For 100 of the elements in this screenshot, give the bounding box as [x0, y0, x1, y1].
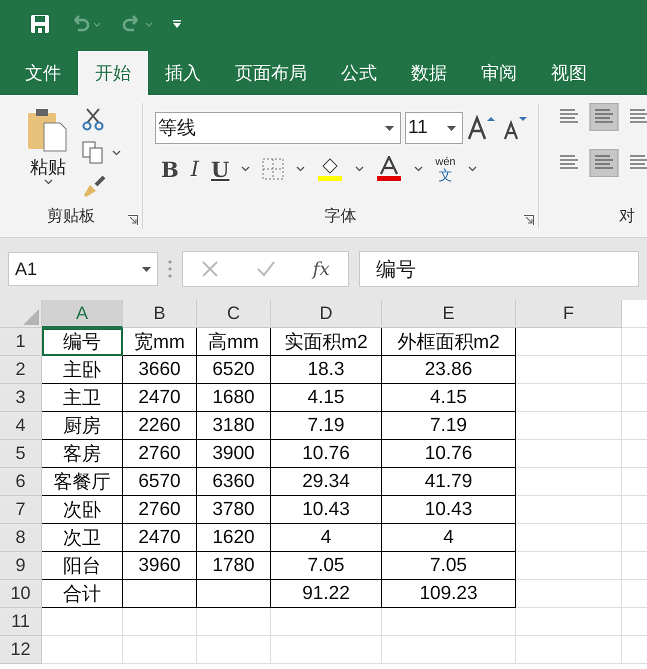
function-button[interactable]: fx [312, 258, 330, 280]
row-header[interactable]: 12 [0, 636, 42, 664]
table-cell: 外框面积m2 [382, 328, 516, 356]
column-header[interactable]: B [123, 300, 197, 328]
copy-icon[interactable] [82, 141, 104, 165]
caret-icon[interactable] [468, 166, 477, 172]
column-header[interactable]: A [42, 300, 123, 328]
row-header[interactable]: 7 [0, 496, 42, 524]
font-color-icon[interactable] [376, 156, 402, 182]
table-cell: 宽mm [123, 328, 197, 356]
save-icon[interactable] [30, 14, 50, 34]
table-cell: 23.86 [382, 356, 516, 384]
row-header[interactable]: 2 [0, 356, 42, 384]
column-header[interactable]: C [197, 300, 271, 328]
table-cell: 客房 [42, 440, 123, 468]
table-cell: 高mm [197, 328, 271, 356]
table-cell: 3780 [197, 496, 271, 524]
phonetic-button[interactable]: wén 文 [435, 156, 456, 182]
table-cell: 4.15 [271, 384, 382, 412]
row-header[interactable]: 3 [0, 384, 42, 412]
column-header[interactable]: F [516, 300, 622, 328]
table-cell: 3180 [197, 412, 271, 440]
table-cell: 主卫 [42, 384, 123, 412]
table-cell: 主卧 [42, 356, 123, 384]
table-cell: 29.34 [271, 468, 382, 496]
table-cell: 7.19 [382, 412, 516, 440]
font-name-field[interactable]: 等线 [155, 112, 401, 144]
group-label: 字体 [324, 206, 356, 227]
table-cell: 1620 [197, 524, 271, 552]
ribbon-tab[interactable]: 数据 [394, 51, 464, 95]
table-cell: 3660 [123, 356, 197, 384]
table-cell: 2470 [123, 384, 197, 412]
dropdown-icon[interactable] [447, 126, 456, 130]
table-cell: 2760 [123, 440, 197, 468]
ribbon-tab[interactable]: 文件 [8, 51, 78, 95]
caret-icon[interactable] [414, 166, 424, 172]
border-icon[interactable] [262, 158, 284, 180]
align-icon[interactable] [589, 103, 619, 131]
ribbon-tab[interactable]: 审阅 [464, 51, 534, 95]
row-header[interactable]: 9 [0, 552, 42, 580]
launcher-icon[interactable] [524, 215, 534, 225]
table-cell: 7.05 [382, 552, 516, 580]
row-header[interactable]: 5 [0, 440, 42, 468]
caret-icon[interactable] [44, 179, 52, 185]
brush-icon[interactable] [82, 175, 106, 199]
row-header[interactable]: 10 [0, 580, 42, 608]
align-icon[interactable] [589, 149, 619, 177]
table-cell: 编号 [42, 328, 123, 356]
check-icon[interactable] [256, 260, 276, 278]
dropdown-icon[interactable] [385, 126, 394, 130]
column-header[interactable]: D [271, 300, 382, 328]
launcher-icon[interactable] [128, 215, 138, 225]
caret-icon[interactable] [355, 166, 364, 172]
table-cell: 91.22 [271, 580, 382, 608]
table-cell: 次卫 [42, 524, 123, 552]
underline-button[interactable]: U [211, 156, 230, 182]
ribbon-tab[interactable]: 视图 [534, 51, 604, 95]
table-cell: 10.76 [382, 440, 516, 468]
table-cell: 厨房 [42, 412, 123, 440]
caret-icon[interactable] [241, 166, 250, 172]
table-cell: 4 [271, 524, 382, 552]
row-header[interactable]: 11 [0, 608, 42, 636]
bold-button[interactable]: B [161, 156, 179, 182]
ribbon-tab[interactable]: 公式 [324, 51, 394, 95]
table-cell: 2760 [123, 496, 197, 524]
font-size-field[interactable]: 11 [405, 112, 463, 144]
table-cell: 3960 [123, 552, 197, 580]
table-cell: 合计 [42, 580, 123, 608]
dropdown-icon[interactable] [142, 266, 151, 272]
table-cell: 4.15 [382, 384, 516, 412]
ribbon-tab[interactable]: 开始 [78, 51, 148, 95]
table-cell: 实面积m2 [271, 328, 382, 356]
name-box[interactable]: A1 [8, 252, 158, 286]
table-cell: 10.43 [382, 496, 516, 524]
table-cell: 7.19 [271, 412, 382, 440]
table-cell: 4 [382, 524, 516, 552]
ribbon-tab[interactable]: 插入 [148, 51, 218, 95]
table-cell: 10.43 [271, 496, 382, 524]
row-header[interactable]: 6 [0, 468, 42, 496]
row-header[interactable]: 8 [0, 524, 42, 552]
table-cell: 109.23 [382, 580, 516, 608]
grow-font-icon[interactable] [467, 115, 497, 141]
table-cell: 6570 [123, 468, 197, 496]
caret-icon[interactable] [296, 166, 306, 172]
customize-icon[interactable] [172, 19, 182, 29]
fill-color-icon[interactable] [317, 156, 344, 182]
caret-icon[interactable] [112, 150, 121, 156]
table-cell: 18.3 [271, 356, 382, 384]
italic-button[interactable]: I [190, 157, 200, 181]
row-header[interactable]: 4 [0, 412, 42, 440]
table-cell: 1780 [197, 552, 271, 580]
table-cell: 6520 [197, 356, 271, 384]
row-header[interactable]: 1 [0, 328, 42, 356]
column-header[interactable]: E [382, 300, 516, 328]
ribbon-tab[interactable]: 页面布局 [218, 51, 324, 95]
group-label: 对 [619, 206, 635, 227]
formula-field[interactable]: 编号 [359, 251, 639, 287]
scissors-icon[interactable] [82, 107, 104, 131]
paste-button[interactable]: 粘贴 [18, 103, 78, 206]
shrink-font-icon[interactable] [501, 115, 529, 141]
